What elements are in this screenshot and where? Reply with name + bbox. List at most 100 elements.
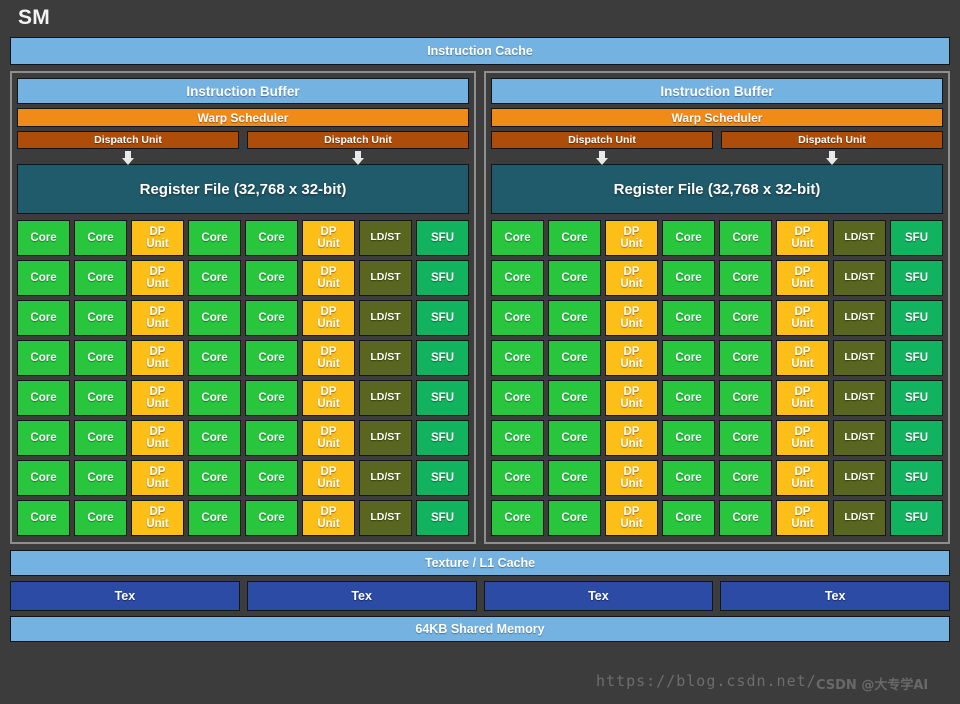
dp-unit-label-line1: DP: [623, 265, 640, 278]
core-unit-label: Core: [30, 271, 57, 284]
core-unit-label: Core: [561, 231, 588, 244]
dp-unit-label-line2: Unit: [620, 398, 643, 410]
dp-unit-label-line2: Unit: [146, 518, 169, 530]
core-unit-cell: Core: [548, 220, 601, 256]
core-unit-label: Core: [504, 351, 531, 364]
dp-unit-cell: DP Unit: [131, 340, 184, 376]
dp-unit-label-line2: Unit: [146, 278, 169, 290]
core-unit-cell: Core: [662, 420, 715, 456]
core-unit-cell: Core: [719, 300, 772, 336]
ldst-unit-cell: LD/ST: [833, 420, 886, 456]
core-unit-cell: Core: [662, 220, 715, 256]
instruction-buffer-block: Instruction Buffer: [17, 78, 469, 104]
ldst-unit-cell: LD/ST: [359, 260, 412, 296]
dispatch-arrow-row: [491, 149, 943, 165]
dispatch-arrow-row: [17, 149, 469, 165]
dp-unit-label-line1: DP: [149, 265, 166, 278]
watermark-url: https://blog.csdn.net/: [596, 672, 817, 690]
core-grid-row: Core Core DP Unit Core Core DP Unit LD/ST SFU: [491, 460, 943, 496]
ldst-unit-cell: LD/ST: [833, 460, 886, 496]
core-unit-label: Core: [561, 351, 588, 364]
core-grid-row: Core Core DP Unit Core Core DP Unit LD/ST SFU: [17, 460, 469, 496]
ldst-unit-cell: LD/ST: [359, 340, 412, 376]
sfu-unit-cell: SFU: [416, 420, 469, 456]
dp-unit-cell: DP Unit: [776, 420, 829, 456]
dp-unit-label: DP Unit: [146, 506, 168, 530]
core-unit-label: Core: [30, 471, 57, 484]
core-unit-cell: Core: [74, 380, 127, 416]
dispatch-unit-block: Dispatch Unit: [491, 131, 713, 149]
core-unit-label: Core: [201, 391, 228, 404]
dp-unit-label-line2: Unit: [791, 318, 814, 330]
core-grid-row: Core Core DP Unit Core Core DP Unit LD/ST SFU: [17, 500, 469, 536]
core-unit-cell: Core: [719, 420, 772, 456]
sfu-unit-cell: SFU: [890, 300, 943, 336]
dp-unit-cell: DP Unit: [302, 460, 355, 496]
warp-scheduler-block: Warp Scheduler: [491, 108, 943, 127]
core-unit-cell: Core: [17, 260, 70, 296]
sfu-unit-label: SFU: [905, 431, 928, 444]
dp-unit-cell: DP Unit: [302, 260, 355, 296]
core-unit-label: Core: [258, 231, 285, 244]
core-unit-label: Core: [258, 271, 285, 284]
dp-unit-label: DP Unit: [146, 346, 168, 370]
core-unit-cell: Core: [548, 340, 601, 376]
core-unit-cell: Core: [662, 500, 715, 536]
dp-unit-label-line1: DP: [149, 225, 166, 238]
core-unit-cell: Core: [245, 340, 298, 376]
core-grid-row: Core Core DP Unit Core Core DP Unit LD/ST SFU: [17, 420, 469, 456]
ldst-unit-label: LD/ST: [370, 271, 401, 284]
dp-unit-label: DP Unit: [317, 506, 339, 530]
core-unit-label: Core: [201, 271, 228, 284]
dp-unit-label-line1: DP: [320, 385, 337, 398]
ldst-unit-label: LD/ST: [844, 431, 875, 444]
core-unit-label: Core: [30, 311, 57, 324]
sfu-unit-label: SFU: [905, 471, 928, 484]
dp-unit-label-line2: Unit: [146, 238, 169, 250]
dp-unit-label-line1: DP: [794, 425, 811, 438]
core-unit-cell: Core: [188, 420, 241, 456]
dp-unit-label-line1: DP: [149, 465, 166, 478]
dp-unit-label-line1: DP: [623, 505, 640, 518]
dp-unit-label: DP Unit: [791, 266, 813, 290]
dp-unit-cell: DP Unit: [131, 380, 184, 416]
core-unit-cell: Core: [74, 300, 127, 336]
instruction-cache-block: Instruction Cache: [10, 37, 950, 65]
dp-unit-label-line1: DP: [794, 505, 811, 518]
dp-unit-cell: DP Unit: [605, 220, 658, 256]
dp-unit-label-line1: DP: [320, 305, 337, 318]
dp-unit-label-line2: Unit: [791, 438, 814, 450]
core-unit-label: Core: [504, 471, 531, 484]
dp-unit-label-line1: DP: [149, 305, 166, 318]
dp-unit-label-line2: Unit: [620, 278, 643, 290]
core-unit-cell: Core: [17, 420, 70, 456]
core-unit-label: Core: [87, 511, 114, 524]
sfu-unit-label: SFU: [431, 391, 454, 404]
dp-unit-cell: DP Unit: [605, 460, 658, 496]
sfu-unit-label: SFU: [431, 511, 454, 524]
sfu-unit-label: SFU: [905, 231, 928, 244]
page-title: SM: [18, 6, 51, 29]
core-unit-cell: Core: [245, 380, 298, 416]
core-unit-cell: Core: [548, 380, 601, 416]
core-grid-row: Core Core DP Unit Core Core DP Unit LD/ST SFU: [17, 340, 469, 376]
core-unit-cell: Core: [188, 340, 241, 376]
register-file-block: Register File (32,768 x 32-bit): [17, 164, 469, 214]
core-unit-cell: Core: [548, 300, 601, 336]
dp-unit-label: DP Unit: [791, 426, 813, 450]
core-unit-label: Core: [87, 471, 114, 484]
dp-unit-cell: DP Unit: [776, 340, 829, 376]
ldst-unit-cell: LD/ST: [359, 420, 412, 456]
core-unit-label: Core: [675, 391, 702, 404]
dp-unit-label: DP Unit: [620, 226, 642, 250]
dp-unit-label: DP Unit: [791, 386, 813, 410]
dp-unit-label-line2: Unit: [791, 478, 814, 490]
dp-unit-cell: DP Unit: [605, 260, 658, 296]
core-unit-cell: Core: [17, 340, 70, 376]
core-unit-label: Core: [732, 431, 759, 444]
core-unit-label: Core: [87, 311, 114, 324]
ldst-unit-label: LD/ST: [844, 311, 875, 324]
core-unit-cell: Core: [17, 460, 70, 496]
dp-unit-label: DP Unit: [620, 426, 642, 450]
core-unit-cell: Core: [662, 460, 715, 496]
